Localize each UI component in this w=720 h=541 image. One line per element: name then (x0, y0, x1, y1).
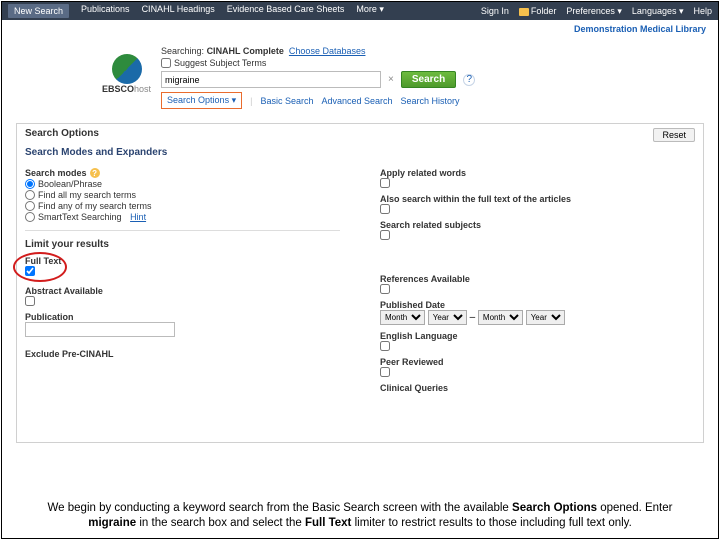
help-icon[interactable]: ? (463, 74, 475, 86)
date-to-year[interactable]: Year (526, 310, 565, 325)
exclude-pre-cinahl-label: Exclude Pre-CINAHL (25, 349, 340, 359)
date-to-month[interactable]: Month (478, 310, 523, 325)
mode-all-terms-radio[interactable] (25, 190, 35, 200)
ebsco-logo: EBSCOhost (102, 54, 151, 94)
hint-icon[interactable]: ? (90, 168, 100, 178)
date-from-year[interactable]: Year (428, 310, 467, 325)
related-subjects-label: Search related subjects (380, 220, 695, 230)
date-from-month[interactable]: Month (380, 310, 425, 325)
clinical-queries-label: Clinical Queries (380, 383, 695, 393)
search-history-link[interactable]: Search History (401, 96, 460, 106)
apply-related-label: Apply related words (380, 168, 695, 178)
folder-icon (519, 8, 529, 16)
nav-publications[interactable]: Publications (81, 4, 130, 18)
suggest-subject-terms-label: Suggest Subject Terms (174, 58, 266, 68)
nav-signin[interactable]: Sign In (481, 6, 509, 16)
references-available-checkbox[interactable] (380, 284, 390, 294)
nav-more[interactable]: More ▾ (356, 4, 384, 18)
nav-new-search[interactable]: New Search (8, 4, 69, 18)
search-input[interactable] (161, 71, 381, 88)
published-date-label: Published Date (380, 300, 695, 310)
choose-databases-link[interactable]: Choose Databases (289, 46, 366, 56)
demo-library-link[interactable]: Demonstration Medical Library (574, 24, 706, 34)
also-fulltext-checkbox[interactable] (380, 204, 390, 214)
search-options-toggle[interactable]: Search Options ▾ (161, 92, 242, 109)
search-modes-label: Search modes? (25, 168, 340, 178)
peer-reviewed-checkbox[interactable] (380, 367, 390, 377)
nav-folder[interactable]: Folder (519, 6, 557, 16)
reset-button[interactable]: Reset (653, 128, 695, 142)
nav-preferences[interactable]: Preferences ▾ (566, 6, 622, 17)
modes-expanders-head: Search Modes and Expanders (25, 147, 695, 158)
limit-results-head: Limit your results (25, 239, 340, 250)
subnav: Demonstration Medical Library (2, 20, 718, 38)
globe-icon (112, 54, 142, 84)
top-navigation: New Search Publications CINAHL Headings … (2, 2, 718, 20)
publication-input[interactable] (25, 322, 175, 337)
search-button[interactable]: Search (401, 71, 456, 88)
advanced-search-link[interactable]: Advanced Search (321, 96, 392, 106)
publication-label: Publication (25, 312, 340, 322)
mode-any-terms-radio[interactable] (25, 201, 35, 211)
mode-boolean-radio[interactable] (25, 179, 35, 189)
smarttext-hint-link[interactable]: Hint (130, 212, 146, 222)
peer-reviewed-label: Peer Reviewed (380, 357, 695, 367)
suggest-subject-terms-checkbox[interactable] (161, 58, 171, 68)
nav-ebc-sheets[interactable]: Evidence Based Care Sheets (227, 4, 345, 18)
annotation-circle (13, 252, 67, 282)
english-language-label: English Language (380, 331, 695, 341)
mode-smarttext-radio[interactable] (25, 212, 35, 222)
slide-caption: We begin by conducting a keyword search … (2, 501, 718, 532)
also-fulltext-label: Also search within the full text of the … (380, 194, 695, 204)
panel-title: Search Options (25, 128, 695, 139)
nav-languages[interactable]: Languages ▾ (632, 6, 684, 17)
english-language-checkbox[interactable] (380, 341, 390, 351)
nav-cinahl-headings[interactable]: CINAHL Headings (142, 4, 215, 18)
nav-help[interactable]: Help (693, 6, 712, 16)
references-available-label: References Available (380, 274, 695, 284)
search-options-panel: Search Options Reset Search Modes and Ex… (16, 123, 704, 443)
abstract-available-label: Abstract Available (25, 286, 340, 296)
related-subjects-checkbox[interactable] (380, 230, 390, 240)
searching-label: Searching: CINAHL Complete Choose Databa… (161, 46, 704, 56)
full-text-label: Full Text (25, 256, 340, 266)
clear-icon[interactable]: × (385, 74, 397, 85)
abstract-available-checkbox[interactable] (25, 296, 35, 306)
basic-search-link[interactable]: Basic Search (260, 96, 313, 106)
apply-related-checkbox[interactable] (380, 178, 390, 188)
